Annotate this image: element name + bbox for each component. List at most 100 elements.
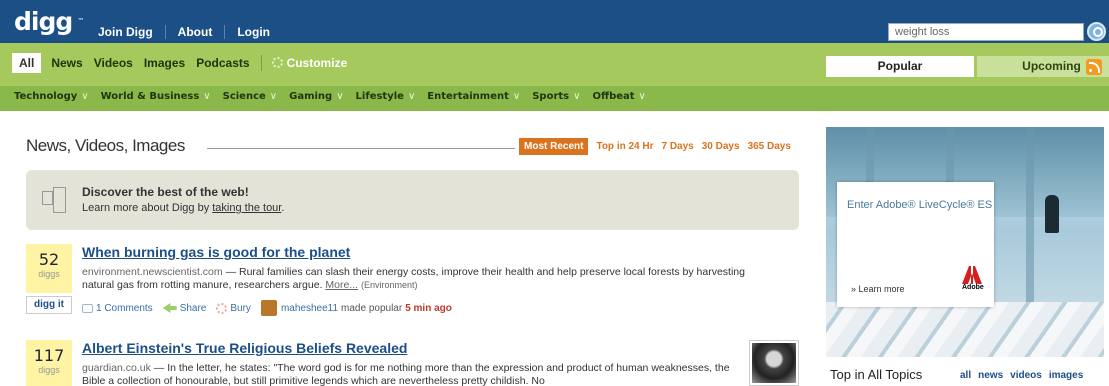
topic-world-business[interactable]: World & Business ∨ <box>101 91 211 102</box>
ad-headline: Enter Adobe® LiveCycle® ES <box>847 199 993 211</box>
chevron-down-icon: ∨ <box>638 91 646 102</box>
adobe-wordmark: Adobe <box>962 284 984 291</box>
filter-news[interactable]: News <box>51 56 82 70</box>
filter-videos-link[interactable]: videos <box>1010 370 1042 381</box>
logo-tm: ™ <box>77 17 85 25</box>
story-text: — In the letter, he states: "The word go… <box>82 362 730 386</box>
rss-icon[interactable] <box>1086 59 1102 75</box>
digg-label: diggs <box>38 365 60 375</box>
username-link[interactable]: maheshee11 <box>281 303 338 314</box>
avatar[interactable] <box>260 300 277 316</box>
filter-videos[interactable]: Videos <box>94 56 133 70</box>
comment-icon <box>82 303 93 313</box>
story-title-link[interactable]: When burning gas is good for the planet <box>82 244 350 260</box>
sort-top-24hr[interactable]: Top in 24 Hr <box>596 141 653 152</box>
story-time: 5 min ago <box>405 302 452 314</box>
ad-papers <box>826 302 1104 357</box>
media-filter: All News Videos Images Podcasts Customiz… <box>12 52 347 73</box>
filter-podcasts[interactable]: Podcasts <box>196 56 249 70</box>
logo-text: digg <box>14 7 73 36</box>
customize-button[interactable]: Customize <box>271 56 347 70</box>
filter-all-link[interactable]: all <box>960 370 971 381</box>
chevron-down-icon: ∨ <box>573 91 581 102</box>
topic-label: Entertainment <box>427 91 509 102</box>
filter-images-link[interactable]: images <box>1049 370 1083 381</box>
story-meta: 1 Comments Share Bury maheshee11 made pop… <box>82 300 462 316</box>
chevron-down-icon: ∨ <box>407 91 416 102</box>
digg-number: 52 <box>38 250 60 269</box>
sort-7-days[interactable]: 7 Days <box>662 141 694 152</box>
take-tour-link[interactable]: taking the tour <box>212 202 281 214</box>
chevron-down-icon: ∨ <box>269 91 278 102</box>
chevron-down-icon: ∨ <box>336 91 344 102</box>
story-title-link[interactable]: Albert Einstein's True Religious Beliefs… <box>82 340 407 356</box>
sort-options: Most Recent Top in 24 Hr 7 Days 30 Days … <box>519 138 799 155</box>
topic-offbeat[interactable]: Offbeat ∨ <box>592 91 645 102</box>
top-header: digg ™ Join Digg About Login <box>0 0 1109 43</box>
bury-icon <box>216 302 228 314</box>
top-nav: Join Digg About Login <box>98 25 270 39</box>
adobe-logo: Adobe <box>962 266 984 292</box>
share-link[interactable]: Share <box>162 303 206 314</box>
chevron-down-icon: ∨ <box>512 91 521 102</box>
page-title: News, Videos, Images <box>26 136 185 155</box>
more-link[interactable]: More... <box>325 279 358 291</box>
about-link[interactable]: About <box>178 25 213 39</box>
top-topics-filter: all news videos images <box>960 370 1090 381</box>
comments-link[interactable]: 1 Comments <box>82 303 153 314</box>
tab-popular[interactable]: Popular <box>826 56 974 77</box>
digg-it-button[interactable]: digg it <box>26 296 72 314</box>
story-body: guardian.co.uk — In the letter, he state… <box>82 362 742 386</box>
search-input[interactable] <box>888 23 1084 41</box>
filter-images[interactable]: Images <box>144 56 185 70</box>
bury-label: Bury <box>230 302 251 314</box>
topic-lifestyle[interactable]: Lifestyle ∨ <box>356 91 416 102</box>
tour-icon <box>40 185 66 215</box>
topic-label: Gaming <box>289 91 333 102</box>
story-topic[interactable]: (Environment) <box>361 280 418 290</box>
adobe-ad[interactable]: Enter Adobe® LiveCycle® ES » Learn more … <box>826 127 1104 357</box>
story-item: 117 diggs Albert Einstein's True Religio… <box>26 340 806 386</box>
discover-heading: Discover the best of the web! <box>82 185 249 199</box>
topic-gaming[interactable]: Gaming ∨ <box>289 91 343 102</box>
filter-news-link[interactable]: news <box>978 370 1003 381</box>
story-thumbnail[interactable] <box>749 340 799 386</box>
submitter: maheshee11 made popular 5 min ago <box>260 300 452 316</box>
sort-365-days[interactable]: 365 Days <box>748 141 791 152</box>
popular-upcoming-tabs: Popular Upcoming <box>826 56 1109 77</box>
topic-sports[interactable]: Sports ∨ <box>532 91 580 102</box>
ad-card: Enter Adobe® LiveCycle® ES » Learn more … <box>837 182 994 307</box>
topic-science[interactable]: Science ∨ <box>223 91 278 102</box>
title-divider <box>207 148 515 149</box>
sort-30-days[interactable]: 30 Days <box>702 141 740 152</box>
digg-count: 52 diggs <box>26 244 72 293</box>
sort-most-recent[interactable]: Most Recent <box>519 138 589 155</box>
topic-entertainment[interactable]: Entertainment ∨ <box>427 91 520 102</box>
made-popular-text: made popular <box>341 302 403 314</box>
ad-figure <box>1045 195 1059 233</box>
story-source[interactable]: environment.newscientist.com <box>82 266 223 278</box>
digg-logo[interactable]: digg ™ <box>14 7 84 36</box>
join-digg-link[interactable]: Join Digg <box>98 25 153 39</box>
login-link[interactable]: Login <box>237 25 270 39</box>
discover-banner: Discover the best of the web! Learn more… <box>26 170 799 230</box>
search-icon[interactable] <box>1087 22 1106 41</box>
bury-link[interactable]: Bury <box>216 302 251 314</box>
discover-text-body: Learn more about Digg by <box>82 202 213 214</box>
nav-divider <box>224 25 226 39</box>
ad-learn-more[interactable]: » Learn more <box>851 284 905 294</box>
story-body: environment.newscientist.com — Rural fam… <box>82 266 777 292</box>
filter-all[interactable]: All <box>12 52 42 73</box>
topic-bar: Technology ∨ World & Business ∨ Science ∨ G… <box>0 86 1109 111</box>
topic-label: Technology <box>14 91 78 102</box>
discover-text: Learn more about Digg by taking the tour… <box>82 202 284 214</box>
topic-nav: Technology ∨ World & Business ∨ Science ∨ G… <box>14 91 658 102</box>
story-source[interactable]: guardian.co.uk <box>82 362 151 374</box>
discover-text-end: . <box>281 202 285 214</box>
chevron-down-icon: ∨ <box>81 91 89 102</box>
adobe-icon <box>962 266 982 284</box>
gear-icon <box>271 57 283 68</box>
story-item: 52 diggs digg it When burning gas is goo… <box>26 244 806 319</box>
digg-count: 117 diggs <box>26 340 72 386</box>
topic-technology[interactable]: Technology ∨ <box>14 91 89 102</box>
